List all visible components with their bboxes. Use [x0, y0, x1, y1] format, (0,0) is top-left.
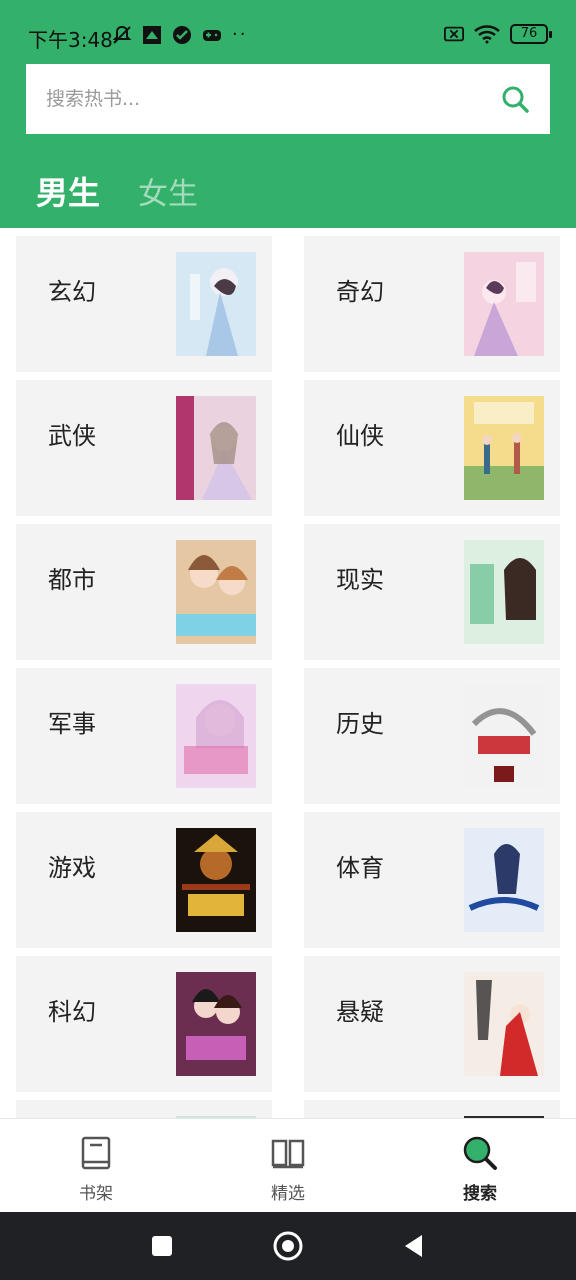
search-input[interactable]	[46, 88, 486, 110]
category-label: 都市	[48, 566, 96, 594]
nav-label: 精选	[271, 1184, 305, 1204]
nav-featured[interactable]: 精选	[192, 1119, 384, 1213]
category-card-lishi[interactable]: 历史	[304, 668, 560, 804]
category-card-qihuan[interactable]: 奇幻	[304, 236, 560, 372]
book-cover	[176, 396, 256, 500]
book-cover	[464, 540, 544, 644]
gamepad-icon	[203, 29, 221, 41]
category-card-partial[interactable]	[304, 1100, 560, 1118]
book-cover	[176, 972, 256, 1076]
search-bar[interactable]	[26, 64, 550, 134]
bottom-navigation: 书架 精选 搜索	[0, 1118, 576, 1212]
battery-indicator: 76	[510, 24, 552, 44]
category-card-wuxia[interactable]: 武侠	[16, 380, 272, 516]
category-card-youxi[interactable]: 游戏	[16, 812, 272, 948]
gender-tabs: 男生 女生	[36, 168, 198, 214]
recents-button-icon[interactable]	[148, 1232, 176, 1260]
category-card-junshi[interactable]: 军事	[16, 668, 272, 804]
bookshelf-icon	[81, 1136, 111, 1170]
app-header: 下午3:48 ·· 76 男生 女生	[0, 0, 576, 228]
category-label: 体育	[336, 854, 384, 882]
app-notification-icon	[143, 25, 161, 44]
category-card-xuanhuan[interactable]: 玄幻	[16, 236, 272, 372]
book-cover	[176, 684, 256, 788]
more-notifications-dots: ··	[232, 24, 248, 45]
nav-label: 书架	[79, 1184, 113, 1204]
category-card-partial[interactable]	[16, 1100, 272, 1118]
book-cover	[176, 828, 256, 932]
category-label: 历史	[336, 710, 384, 738]
category-label: 悬疑	[336, 998, 384, 1026]
book-cover	[464, 396, 544, 500]
category-grid: 玄幻 奇幻 武侠 仙侠 都市 现实 军事 历史 游戏 体育 科幻 悬疑	[16, 236, 560, 1118]
category-card-xianshi[interactable]: 现实	[304, 524, 560, 660]
category-label: 仙侠	[336, 422, 384, 450]
status-bar: 下午3:48 ·· 76	[0, 0, 576, 64]
nav-bookshelf[interactable]: 书架	[0, 1119, 192, 1213]
back-button-icon[interactable]	[400, 1232, 428, 1260]
category-label: 科幻	[48, 998, 96, 1026]
open-book-icon	[271, 1139, 305, 1169]
home-button-icon[interactable]	[272, 1230, 304, 1262]
tab-male[interactable]: 男生	[36, 168, 100, 214]
tab-female[interactable]: 女生	[138, 169, 198, 213]
category-label: 玄幻	[48, 278, 96, 306]
wifi-icon	[474, 25, 500, 44]
book-cover	[176, 252, 256, 356]
category-card-xuanyi[interactable]: 悬疑	[304, 956, 560, 1092]
book-cover	[464, 828, 544, 932]
notification-icons: ··	[112, 24, 247, 45]
category-card-dushi[interactable]: 都市	[16, 524, 272, 660]
book-cover	[464, 972, 544, 1076]
nav-search[interactable]: 搜索	[384, 1119, 576, 1213]
category-label: 武侠	[48, 422, 96, 450]
book-cover	[464, 684, 544, 788]
category-label: 游戏	[48, 854, 96, 882]
category-label: 现实	[336, 566, 384, 594]
check-badge-icon	[173, 25, 191, 44]
book-cover	[176, 540, 256, 644]
sim-off-icon	[444, 26, 464, 42]
system-status-icons: 76	[444, 24, 552, 44]
system-navigation-bar	[0, 1212, 576, 1280]
category-card-xianxia[interactable]: 仙侠	[304, 380, 560, 516]
status-time: 下午3:48	[28, 28, 113, 52]
category-label: 军事	[48, 710, 96, 738]
category-label: 奇幻	[336, 278, 384, 306]
nav-label: 搜索	[463, 1184, 497, 1204]
search-icon[interactable]	[500, 84, 530, 114]
category-card-tiyu[interactable]: 体育	[304, 812, 560, 948]
book-cover	[464, 252, 544, 356]
search-icon	[463, 1136, 497, 1170]
muted-bell-icon	[112, 25, 132, 44]
category-card-kehuan[interactable]: 科幻	[16, 956, 272, 1092]
